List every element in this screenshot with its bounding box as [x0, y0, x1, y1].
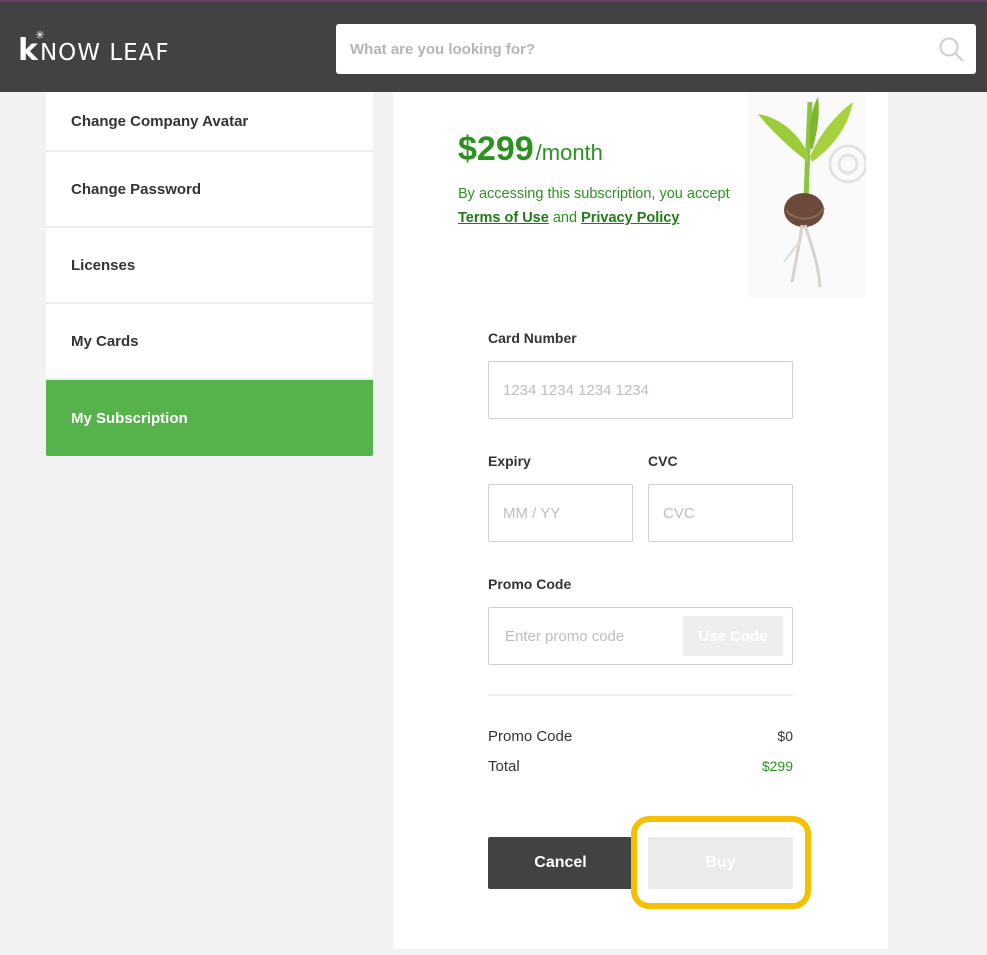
expiry-field: [488, 484, 633, 542]
subscription-price: $299 /month: [458, 130, 603, 169]
sidebar-item-change-company-avatar[interactable]: Change Company Avatar: [46, 92, 373, 152]
summary-promo-value: $0: [777, 728, 793, 744]
sidebar-item-my-cards[interactable]: My Cards: [46, 304, 373, 380]
expiry-input[interactable]: [489, 485, 632, 541]
expiry-label: Expiry: [488, 453, 531, 469]
search-bar: [336, 24, 976, 74]
card-number-input[interactable]: [489, 362, 792, 418]
sidebar-item-label: Change Company Avatar: [71, 112, 249, 130]
sidebar-item-my-subscription[interactable]: My Subscription: [46, 380, 373, 456]
top-header: k ✳ NOW LEAF: [0, 0, 987, 92]
cancel-button[interactable]: Cancel: [488, 837, 633, 889]
sidebar-item-label: My Subscription: [71, 409, 188, 427]
form-divider: [488, 694, 793, 696]
search-icon[interactable]: [926, 24, 976, 74]
leaf-spark-icon: ✳: [34, 28, 45, 42]
sprout-illustration: [748, 92, 868, 297]
knowleaf-logo[interactable]: k ✳ NOW LEAF: [18, 29, 170, 66]
sidebar-item-label: My Cards: [71, 332, 139, 350]
promo-code-field: Use Code: [488, 607, 793, 665]
terms-and: and: [552, 210, 578, 226]
card-number-label: Card Number: [488, 330, 577, 346]
logo-text: NOW LEAF: [39, 40, 170, 66]
price-period: /month: [535, 140, 603, 165]
logo-k-mark: k ✳: [18, 29, 45, 66]
cvc-field: [648, 484, 793, 542]
cvc-label: CVC: [648, 453, 678, 469]
use-code-button[interactable]: Use Code: [683, 616, 783, 656]
summary-total-label: Total: [488, 758, 520, 775]
terms-prefix: By accessing this subscription, you acce…: [458, 186, 730, 202]
promo-code-label: Promo Code: [488, 576, 572, 592]
cvc-input[interactable]: [649, 485, 792, 541]
sidebar-item-licenses[interactable]: Licenses: [46, 228, 373, 304]
promo-code-input[interactable]: [489, 608, 679, 664]
terms-notice: By accessing this subscription, you acce…: [458, 182, 748, 230]
terms-of-use-link[interactable]: Terms of Use: [458, 210, 549, 226]
summary-promo-label: Promo Code: [488, 728, 573, 745]
summary-promo-row: Promo Code $0: [488, 728, 793, 745]
card-number-field: [488, 361, 793, 419]
privacy-policy-link[interactable]: Privacy Policy: [581, 210, 679, 226]
sidebar-item-label: Change Password: [71, 180, 202, 198]
search-input[interactable]: [336, 24, 926, 74]
summary-total-row: Total $299: [488, 758, 793, 775]
price-amount: $299: [458, 130, 534, 168]
subscription-panel: $299 /month By accessing this subscripti…: [393, 92, 888, 949]
account-sidebar: Change Company Avatar Change Password Li…: [46, 92, 373, 456]
sidebar-item-label: Licenses: [71, 256, 136, 274]
buy-button[interactable]: Buy: [648, 837, 793, 889]
summary-total-value: $299: [761, 758, 793, 774]
sidebar-item-change-password[interactable]: Change Password: [46, 152, 373, 228]
